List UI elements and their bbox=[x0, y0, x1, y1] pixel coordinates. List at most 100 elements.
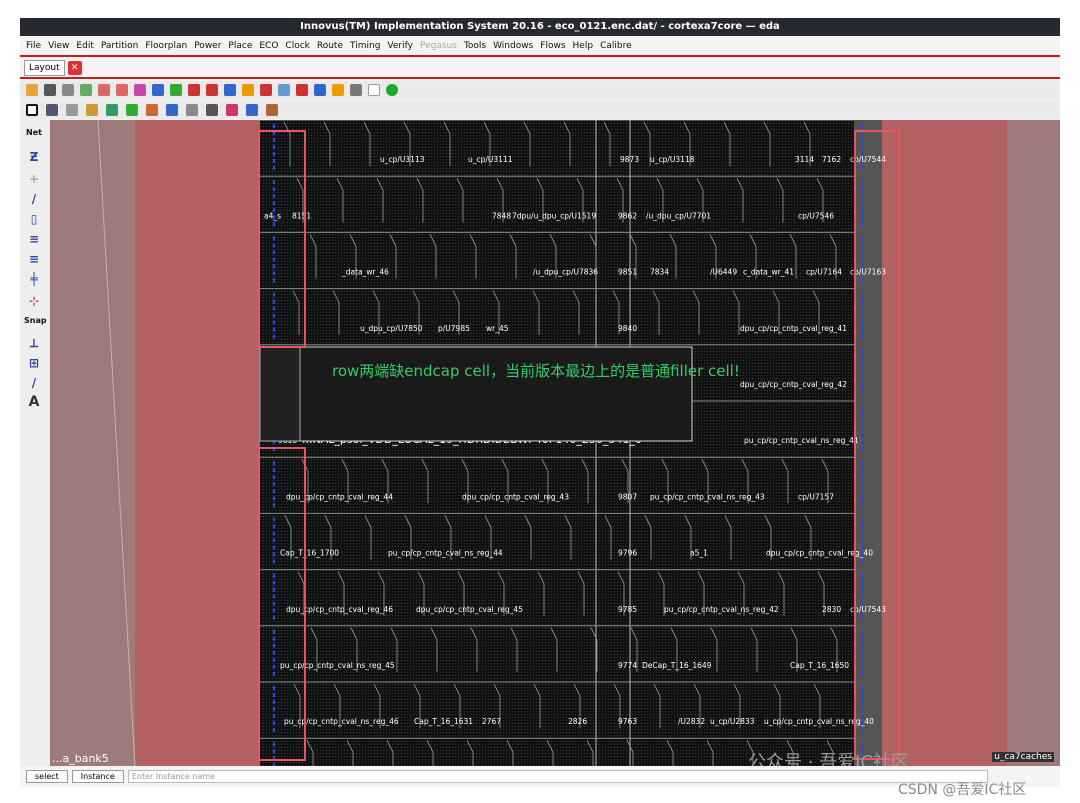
stack-icon[interactable]: ≡ bbox=[24, 252, 44, 266]
globe-icon[interactable] bbox=[386, 84, 398, 96]
cell-instance-label[interactable]: u_cp/U3118 bbox=[650, 155, 695, 164]
text-tool-icon[interactable]: A bbox=[24, 394, 44, 410]
menu-item-partition[interactable]: Partition bbox=[101, 41, 139, 51]
cell-instance-label[interactable]: 7162 bbox=[822, 155, 841, 164]
cell-instance-label[interactable]: wr_45 bbox=[486, 324, 509, 333]
cell-instance-label[interactable]: cp/U7546 bbox=[798, 211, 834, 220]
cell-instance-label[interactable]: p/U7985 bbox=[438, 324, 470, 333]
cell-instance-label[interactable]: 9851 bbox=[618, 268, 637, 277]
cell-instance-label[interactable]: u_cp/U2833 bbox=[710, 717, 755, 726]
slash-icon[interactable]: / bbox=[24, 376, 44, 390]
zoom-out-icon[interactable] bbox=[206, 84, 218, 96]
cell-instance-label[interactable]: 9774 bbox=[618, 661, 637, 670]
cell-instance-label[interactable]: dpu_cp/cp_cntp_cval_reg_45 bbox=[416, 605, 523, 614]
wire-edit-icon[interactable] bbox=[86, 104, 98, 116]
cell-instance-label[interactable]: 9796 bbox=[618, 549, 637, 558]
fit-icon[interactable] bbox=[170, 84, 182, 96]
menu-item-route[interactable]: Route bbox=[317, 41, 343, 51]
cell-instance-label[interactable]: 9807 bbox=[618, 492, 637, 501]
menu-item-calibre[interactable]: Calibre bbox=[600, 41, 632, 51]
add-cell-icon[interactable] bbox=[126, 104, 138, 116]
menu-item-clock[interactable]: Clock bbox=[285, 41, 309, 51]
snowflake-icon[interactable] bbox=[46, 104, 58, 116]
move-icon[interactable] bbox=[152, 84, 164, 96]
cell-instance-label[interactable]: /u_dpu_cp/U7836 bbox=[533, 268, 598, 277]
stretch-icon[interactable] bbox=[206, 104, 218, 116]
select-button[interactable]: select bbox=[26, 769, 68, 783]
save-icon[interactable] bbox=[44, 84, 56, 96]
swap-cell-icon[interactable] bbox=[146, 104, 158, 116]
bar-icon[interactable]: ▯ bbox=[24, 212, 44, 226]
via-icon[interactable] bbox=[106, 104, 118, 116]
pencil-icon[interactable] bbox=[332, 84, 344, 96]
menu-item-help[interactable]: Help bbox=[573, 41, 594, 51]
cell-instance-label[interactable]: 9785 bbox=[618, 605, 637, 614]
zoom-in-icon[interactable] bbox=[188, 84, 200, 96]
instance-button[interactable]: Instance bbox=[71, 769, 124, 783]
line-icon[interactable]: / bbox=[24, 192, 44, 206]
cell-instance-label[interactable]: Cap_T_16_1631 bbox=[414, 717, 473, 726]
cell-instance-label[interactable]: u_cp/U3113 bbox=[380, 155, 425, 164]
menu-item-timing[interactable]: Timing bbox=[350, 41, 380, 51]
menu-item-floorplan[interactable]: Floorplan bbox=[145, 41, 187, 51]
cell-instance-label[interactable]: pu_cp/cp_cntp_cval_ns_reg_44 bbox=[388, 549, 503, 558]
cell-instance-label[interactable]: 7834 bbox=[650, 268, 669, 277]
cell-instance-label[interactable]: dpu_cp/cp_cntp_cval_reg_43 bbox=[462, 492, 569, 501]
cell-instance-label[interactable]: u_dpu_cp/U7850 bbox=[360, 324, 423, 333]
open-icon[interactable] bbox=[26, 84, 38, 96]
cell-instance-label[interactable]: 7dpu/u_dpu_cp/U1519 bbox=[512, 211, 596, 220]
cell-instance-label[interactable]: cp/U7157 bbox=[798, 492, 834, 501]
tab-layout[interactable]: Layout bbox=[24, 60, 65, 76]
split-horizontal-icon[interactable]: ╪ bbox=[24, 272, 44, 286]
cell-instance-label[interactable]: /U2832 bbox=[678, 717, 705, 726]
split-vertical-icon[interactable]: ⊹ bbox=[24, 294, 44, 308]
layout-canvas[interactable]: u_cp/U3113 u_cp/U3111 9873 u_cp/U3118 3114 71… bbox=[50, 120, 1060, 766]
info-icon[interactable] bbox=[314, 84, 326, 96]
merge-icon[interactable] bbox=[266, 104, 278, 116]
cell-instance-label[interactable]: 9840 bbox=[618, 324, 637, 333]
cell-instance-label[interactable]: u_cp/U3111 bbox=[468, 155, 513, 164]
page-icon[interactable] bbox=[368, 84, 380, 96]
cell-instance-label[interactable]: 2767 bbox=[482, 717, 501, 726]
menu-item-place[interactable]: Place bbox=[228, 41, 252, 51]
select-box-icon[interactable] bbox=[26, 104, 38, 116]
snap-label[interactable]: Snap bbox=[24, 316, 47, 325]
cut-icon[interactable] bbox=[226, 104, 238, 116]
instance-name-input[interactable]: Enter Instance name bbox=[127, 769, 988, 783]
cell-instance-label[interactable]: 9862 bbox=[618, 211, 637, 220]
ruler-icon[interactable] bbox=[260, 84, 272, 96]
group-icon[interactable] bbox=[166, 104, 178, 116]
menu-item-file[interactable]: File bbox=[26, 41, 41, 51]
cell-instance-label[interactable]: /u_dpu_cp/U7701 bbox=[646, 211, 711, 220]
cross-icon[interactable]: + bbox=[24, 172, 44, 186]
menu-item-flows[interactable]: Flows bbox=[540, 41, 565, 51]
undo-icon[interactable] bbox=[98, 84, 110, 96]
route-icon[interactable]: Ƶ bbox=[24, 150, 44, 164]
cell-instance-label[interactable]: Cap_T_16_1650 bbox=[790, 661, 849, 670]
redo-icon[interactable] bbox=[116, 84, 128, 96]
cell-instance-label[interactable]: 2830 bbox=[822, 605, 841, 614]
select-arrow-icon[interactable] bbox=[134, 84, 146, 96]
cell-instance-label[interactable]: pu_cp/cp_cntp_cval_ns_reg_41 bbox=[744, 436, 859, 445]
cell-instance-label[interactable]: /U6449 bbox=[710, 268, 737, 277]
cell-instance-label[interactable]: a5_1 bbox=[690, 549, 708, 558]
cell-instance-label[interactable]: 9873 bbox=[620, 155, 639, 164]
cell-instance-label[interactable]: dpu_cp/cp_cntp_cval_reg_42 bbox=[740, 380, 847, 389]
zoom-area-icon[interactable] bbox=[224, 84, 236, 96]
cell-instance-label[interactable]: 7848 bbox=[492, 211, 511, 220]
menu-item-eco[interactable]: ECO bbox=[259, 41, 278, 51]
cell-instance-label[interactable]: pu_cp/cp_cntp_cval_ns_reg_42 bbox=[664, 605, 779, 614]
measure-icon[interactable] bbox=[186, 104, 198, 116]
print-icon[interactable] bbox=[80, 84, 92, 96]
cell-instance-label[interactable]: _data_wr_46 bbox=[341, 268, 389, 277]
gear-icon[interactable] bbox=[62, 84, 74, 96]
cell-instance-label[interactable]: c_data_wr_41 bbox=[743, 268, 794, 277]
menu-item-view[interactable]: View bbox=[48, 41, 69, 51]
copy-icon[interactable] bbox=[350, 84, 362, 96]
cell-instance-label[interactable]: 2826 bbox=[568, 717, 587, 726]
cell-instance-label[interactable]: DeCap_T_16_1649 bbox=[642, 661, 712, 670]
menu-item-verify[interactable]: Verify bbox=[387, 41, 413, 51]
snap-wire-icon[interactable]: ⟂ bbox=[24, 336, 44, 351]
menu-item-power[interactable]: Power bbox=[194, 41, 221, 51]
copy-object-icon[interactable] bbox=[66, 104, 78, 116]
